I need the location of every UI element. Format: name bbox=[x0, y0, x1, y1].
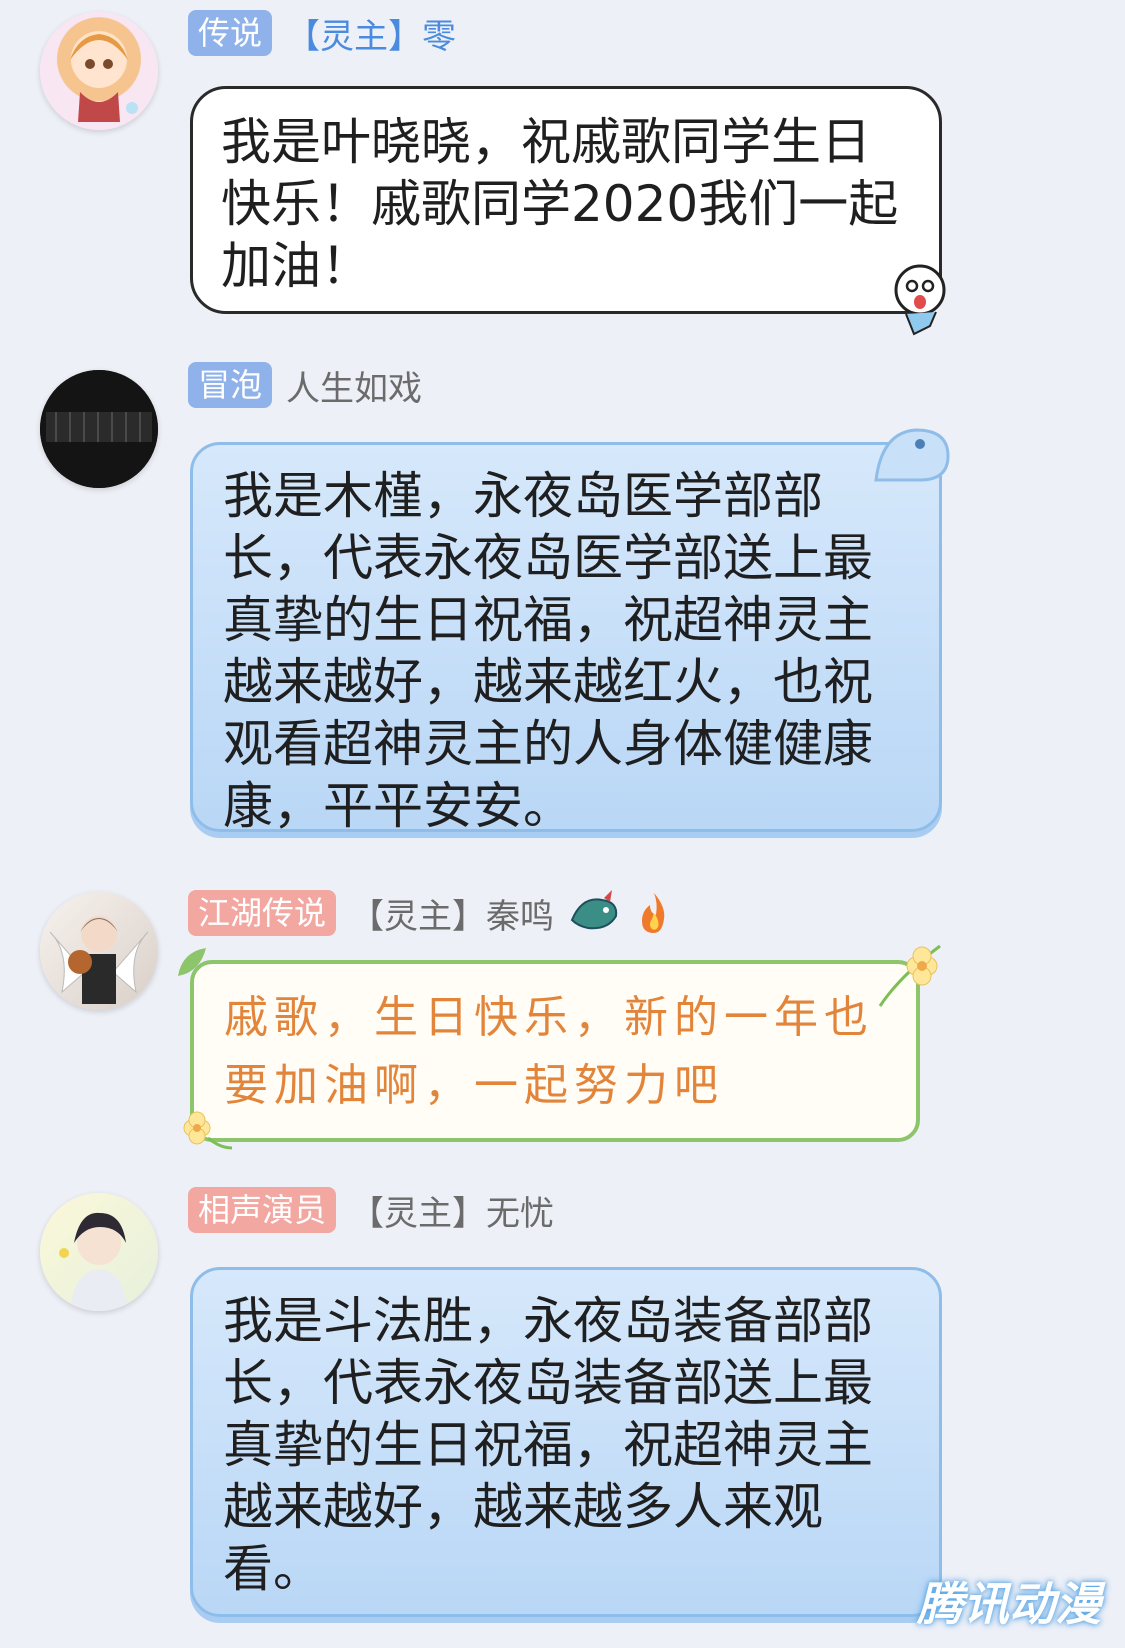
avatar[interactable] bbox=[40, 370, 158, 488]
avatar[interactable] bbox=[40, 12, 158, 130]
sender-name[interactable]: 【灵主】零 bbox=[286, 9, 456, 58]
watermark: 腾讯动漫 bbox=[917, 1577, 1101, 1631]
sticker-face-icon bbox=[894, 264, 946, 336]
level-badge: 冒泡 bbox=[188, 362, 273, 408]
flower-icon bbox=[878, 944, 941, 1007]
message-text: 我是斗法胜，永夜岛装备部部长，代表永夜岛装备部送上最真挚的生日祝福，祝超神灵主越… bbox=[223, 1292, 873, 1598]
message-bubble: 我是斗法胜，永夜岛装备部部长，代表永夜岛装备部送上最真挚的生日祝福，祝超神灵主越… bbox=[190, 1267, 942, 1617]
sender-name[interactable]: 人生如戏 bbox=[286, 361, 422, 410]
level-badge: 传说 bbox=[188, 10, 273, 56]
avatar-boy-icon bbox=[59, 1212, 128, 1311]
message-header: 相声演员 【灵主】无忧 bbox=[188, 1185, 554, 1235]
album-cover-icon bbox=[40, 370, 158, 488]
message-header: 传说 【灵主】零 bbox=[188, 8, 456, 58]
avatar[interactable] bbox=[40, 892, 158, 1010]
message-bubble: 戚歌，生日快乐，新的一年也要加油啊，一起努力吧 bbox=[190, 960, 920, 1142]
sender-name[interactable]: 【灵主】无忧 bbox=[350, 1186, 554, 1235]
message-1: 传说 【灵主】零 我是叶晓晓，祝戚歌同学生日快乐！戚歌同学2020我们一起加油！ bbox=[0, 0, 1125, 340]
flower-icon bbox=[183, 1111, 233, 1150]
message-header: 江湖传说 【灵主】秦鸣 bbox=[188, 888, 672, 938]
message-2: 冒泡 人生如戏 我是木槿，永夜岛医学部部长，代表永夜岛医学部送上最真挚的生日祝福… bbox=[0, 350, 1125, 870]
leaf-icon bbox=[178, 948, 206, 976]
fire-icon bbox=[642, 893, 665, 933]
message-text: 我是木槿，永夜岛医学部部长，代表永夜岛医学部送上最真挚的生日祝福，祝超神灵主越来… bbox=[223, 467, 873, 835]
sender-name[interactable]: 【灵主】秦鸣 bbox=[350, 889, 554, 938]
message-bubble: 我是叶晓晓，祝戚歌同学生日快乐！戚歌同学2020我们一起加油！ bbox=[190, 86, 942, 314]
level-badge: 相声演员 bbox=[188, 1187, 337, 1233]
level-badge: 江湖传说 bbox=[188, 890, 337, 936]
avatar[interactable] bbox=[40, 1193, 158, 1311]
whale-tail-icon bbox=[874, 428, 950, 482]
message-text: 戚歌，生日快乐，新的一年也要加油啊，一起努力吧 bbox=[224, 992, 874, 1111]
avatar-winged-boy-icon bbox=[49, 916, 149, 1004]
message-text: 我是叶晓晓，祝戚歌同学生日快乐！戚歌同学2020我们一起加油！ bbox=[221, 113, 899, 295]
message-4: 相声演员 【灵主】无忧 我是斗法胜，永夜岛装备部部长，代表永夜岛装备部送上最真挚… bbox=[0, 1185, 1125, 1648]
avatar-anime-girl-icon bbox=[70, 34, 138, 122]
dragon-icon bbox=[570, 890, 618, 930]
message-bubble: 我是木槿，永夜岛医学部部长，代表永夜岛医学部送上最真挚的生日祝福，祝超神灵主越来… bbox=[190, 442, 942, 835]
message-header: 冒泡 人生如戏 bbox=[188, 360, 422, 410]
message-3: 江湖传说 【灵主】秦鸣 戚歌，生日快乐，新的一年也要加油啊，一起努力吧 bbox=[0, 880, 1125, 1180]
